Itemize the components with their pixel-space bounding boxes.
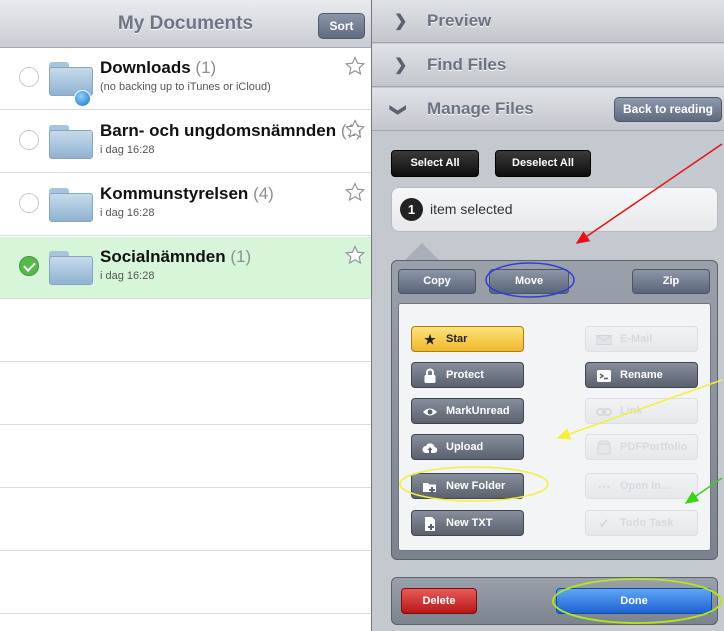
documents-header: My Documents Sort — [0, 0, 371, 48]
actions-popover: Copy Move Zip ★ Star Protect MarkUnread — [391, 260, 718, 560]
mail-icon — [596, 332, 612, 348]
checkmark-icon: ✓ — [598, 516, 610, 531]
document-count: (1) — [195, 58, 217, 77]
done-button[interactable]: Done — [556, 588, 712, 614]
link-icon — [596, 404, 612, 420]
document-name: Kommunstyrelsen (4) — [100, 184, 274, 203]
document-row-socialnamnden[interactable]: Socialnämnden (1) i dag 16:28 — [0, 237, 371, 299]
action-label: Star — [446, 333, 468, 345]
cloud-upload-icon — [422, 440, 438, 456]
page-title: My Documents — [117, 13, 254, 34]
document-name: Socialnämnden (1) — [100, 247, 252, 266]
accordion-label: Find Files — [427, 55, 507, 74]
new-folder-icon — [422, 479, 438, 495]
star-outline-icon[interactable] — [345, 56, 365, 76]
action-label: Upload — [446, 441, 484, 453]
star-outline-icon[interactable] — [345, 119, 365, 139]
rename-button[interactable]: Rename — [585, 362, 698, 388]
document-count: (1) — [230, 247, 252, 266]
empty-row — [0, 300, 371, 362]
selection-count-badge: 1 — [400, 198, 423, 221]
globe-icon — [74, 90, 91, 107]
mark-unread-button[interactable]: MarkUnread — [411, 398, 524, 424]
zip-button[interactable]: Zip — [632, 269, 710, 294]
rename-icon — [596, 368, 612, 384]
popover-arrow — [404, 243, 440, 261]
select-radio[interactable] — [19, 67, 39, 87]
email-button[interactable]: E-Mail — [585, 326, 698, 352]
select-radio[interactable] — [19, 193, 39, 213]
move-button[interactable]: Move — [489, 269, 569, 294]
action-label: New Folder — [446, 480, 506, 492]
accordion-label: Manage Files — [427, 99, 534, 118]
back-to-reading-button[interactable]: Back to reading — [614, 97, 722, 122]
accordion-preview[interactable]: ❯ Preview — [372, 0, 724, 43]
copy-button[interactable]: Copy — [398, 269, 476, 294]
delete-button[interactable]: Delete — [401, 588, 477, 614]
deselect-all-button[interactable]: Deselect All — [495, 150, 591, 177]
document-subtitle: i dag 16:28 — [100, 207, 155, 219]
action-label: Link — [620, 405, 643, 417]
document-row-barn[interactable]: Barn- och ungdomsnämnden (1) i dag 16:28 — [0, 111, 371, 173]
action-label: Protect — [446, 369, 484, 381]
select-all-button[interactable]: Select All — [391, 150, 479, 177]
actions-grid: ★ Star Protect MarkUnread Upload New Fol… — [398, 303, 711, 551]
empty-row — [0, 426, 371, 488]
link-button[interactable]: Link — [585, 398, 698, 424]
document-name: Barn- och ungdomsnämnden (1) — [100, 121, 362, 141]
tools-pane: ❯ Preview ❯ Find Files ❯ Manage Files Ba… — [372, 0, 724, 631]
new-txt-button[interactable]: New TXT — [411, 510, 524, 536]
action-label: MarkUnread — [446, 405, 510, 417]
star-icon: ★ — [424, 332, 436, 347]
document-subtitle: i dag 16:28 — [100, 270, 155, 282]
action-label: Open In... — [620, 480, 671, 492]
action-label: Rename — [620, 369, 663, 381]
empty-row — [0, 363, 371, 425]
document-subtitle: (no backing up to iTunes or iCloud) — [100, 81, 271, 93]
folder-icon — [49, 125, 93, 159]
documents-pane: My Documents Sort Downloads (1) (no back… — [0, 0, 371, 631]
action-label: Todo Task — [620, 517, 674, 529]
upload-button[interactable]: Upload — [411, 434, 524, 460]
chevron-right-icon: ❯ — [394, 57, 408, 74]
chevron-right-icon: ❯ — [394, 13, 408, 30]
sort-button[interactable]: Sort — [318, 13, 365, 39]
folder-icon — [49, 251, 93, 285]
accordion-find-files[interactable]: ❯ Find Files — [372, 44, 724, 87]
todo-task-button[interactable]: ✓ Todo Task — [585, 510, 698, 536]
ellipsis-icon: ⋯ — [597, 479, 611, 494]
open-in-button[interactable]: ⋯ Open In... — [585, 473, 698, 499]
accordion-label: Preview — [427, 11, 492, 30]
selection-status: 1 item selected — [391, 187, 718, 232]
eye-icon — [422, 404, 438, 420]
portfolio-icon — [596, 440, 612, 456]
folder-icon — [49, 188, 93, 222]
star-outline-icon[interactable] — [345, 245, 365, 265]
action-label: E-Mail — [620, 333, 653, 345]
selection-text: item selected — [430, 201, 513, 217]
document-row-downloads[interactable]: Downloads (1) (no backing up to iTunes o… — [0, 48, 371, 110]
document-subtitle: i dag 16:28 — [100, 144, 155, 156]
bottom-action-bar: Delete Done — [391, 577, 718, 625]
action-label: New TXT — [446, 517, 493, 529]
empty-row — [0, 552, 371, 614]
document-count: (4) — [253, 184, 274, 203]
star-outline-icon[interactable] — [345, 182, 365, 202]
document-row-kommunstyrelsen[interactable]: Kommunstyrelsen (4) i dag 16:28 — [0, 174, 371, 236]
pdf-portfolio-button[interactable]: PDFPortfolio — [585, 434, 698, 460]
lock-icon — [422, 368, 438, 384]
selected-check-icon[interactable] — [19, 256, 39, 276]
document-name: Downloads (1) — [100, 58, 217, 77]
select-radio[interactable] — [19, 130, 39, 150]
new-folder-button[interactable]: New Folder — [411, 473, 524, 499]
chevron-down-icon: ❯ — [389, 103, 407, 117]
empty-row — [0, 489, 371, 551]
protect-button[interactable]: Protect — [411, 362, 524, 388]
action-label: PDFPortfolio — [620, 441, 688, 453]
star-button[interactable]: ★ Star — [411, 326, 524, 352]
new-file-icon — [422, 516, 438, 532]
